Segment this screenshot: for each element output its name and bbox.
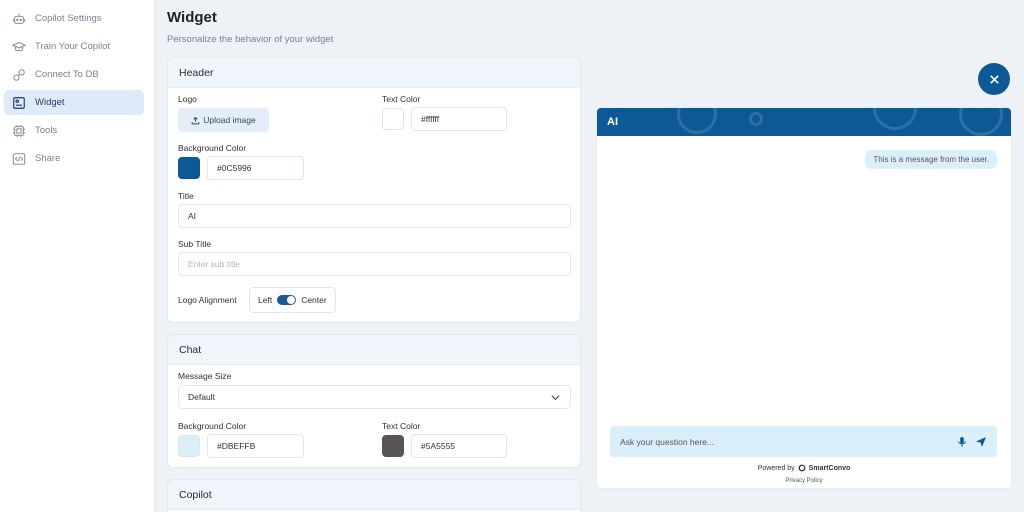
text-color-label: Text Color [382,94,421,104]
copilot-settings-card: Copilot [167,479,581,512]
logo-alignment-label: Logo Alignment [178,295,237,305]
sidebar-item-connect-to-db[interactable]: Connect To DB [4,62,144,87]
sidebar: Copilot Settings Train Your Copilot Conn… [0,0,155,512]
message-size-select[interactable]: Default [178,385,571,409]
background-color-input[interactable]: #0C5996 [207,156,304,180]
sidebar-item-label: Copilot Settings [35,13,102,24]
header-decoration [749,112,763,126]
sidebar-item-train-your-copilot[interactable]: Train Your Copilot [4,34,144,59]
background-color-swatch[interactable] [178,157,200,179]
logo-alignment-switch: Left Center [249,287,336,313]
sidebar-item-label: Connect To DB [35,69,99,80]
card-title: Copilot [168,480,580,510]
widget-preview: AI This is a message from the user. Ask … [597,108,1011,488]
title-label: Title [178,191,194,201]
card-title: Header [168,58,580,88]
page-subtitle: Personalize the behavior of your widget [167,34,334,45]
chat-text-color-label: Text Color [382,421,421,431]
chevron-down-icon [551,394,560,400]
chat-settings-card: Chat Message Size Default Background Col… [167,334,581,468]
widget-icon [11,95,26,110]
smartconvo-logo-icon [798,464,806,472]
sidebar-item-label: Widget [35,97,65,108]
sidebar-item-label: Tools [35,125,58,136]
background-color-label: Background Color [178,143,247,153]
close-icon [989,74,999,84]
header-decoration [959,108,1003,136]
send-icon[interactable] [975,436,987,448]
sidebar-item-copilot-settings[interactable]: Copilot Settings [4,6,144,31]
microphone-icon[interactable] [956,436,968,448]
header-decoration [873,108,917,130]
ask-question-input[interactable]: Ask your question here... [610,426,997,457]
sidebar-item-share[interactable]: Share [4,146,144,171]
chat-text-color-input[interactable]: #5A5555 [411,434,507,458]
text-color-swatch[interactable] [382,108,404,130]
chat-text-color-swatch[interactable] [382,435,404,457]
page-title: Widget [167,9,217,26]
message-size-label: Message Size [178,371,232,381]
user-message-bubble: This is a message from the user. [865,150,997,169]
subtitle-label: Sub Title [178,239,212,249]
powered-by: Powered by SmartConvo [757,464,851,472]
privacy-policy-link[interactable]: Privacy Policy [597,478,1011,484]
preview-header: AI [597,108,1011,136]
preview-title: AI [607,116,618,128]
sidebar-item-tools[interactable]: Tools [4,118,144,143]
align-left-label: Left [258,295,273,305]
logo-label: Logo [178,94,197,104]
chat-background-color-swatch[interactable] [178,435,200,457]
chat-background-color-input[interactable]: #DBEFFB [207,434,304,458]
card-title: Chat [168,335,580,365]
logo-alignment-toggle[interactable] [277,295,297,305]
close-preview-button[interactable] [978,63,1010,95]
sidebar-item-label: Train Your Copilot [35,41,111,52]
graduation-cap-icon [11,39,26,54]
subtitle-input[interactable]: Enter sub title [178,252,571,276]
header-decoration [677,108,717,134]
align-center-label: Center [301,295,327,305]
code-icon [11,151,26,166]
link-icon [11,67,26,82]
upload-icon [191,116,200,124]
upload-image-button[interactable]: Upload image [178,108,269,132]
sidebar-item-label: Share [35,153,61,164]
robot-icon [11,11,26,26]
chat-background-color-label: Background Color [178,421,247,431]
header-settings-card: Header Logo Upload image Text Color #fff… [167,57,581,323]
chip-icon [11,123,26,138]
sidebar-item-widget[interactable]: Widget [4,90,144,115]
title-input[interactable]: AI [178,204,571,228]
text-color-input[interactable]: #ffffff [411,107,507,131]
